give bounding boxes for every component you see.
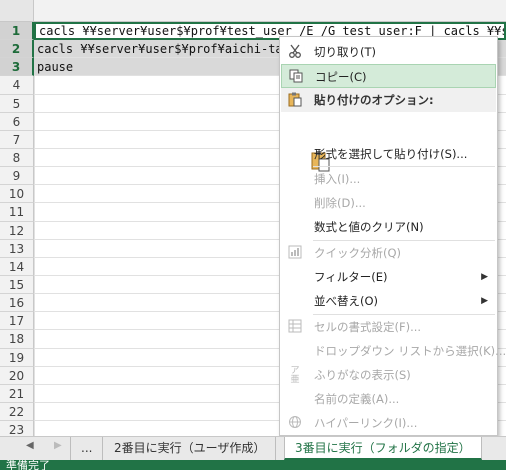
menu-item-define-name[interactable]: 名前の定義(A)... [281, 387, 496, 411]
row-header[interactable]: 5 [0, 94, 34, 113]
scroll-tabs-left-icon[interactable]: ◀ [26, 440, 34, 451]
status-bar: 準備完了 [0, 460, 506, 470]
copy-icon [288, 69, 304, 85]
row-header[interactable]: 17 [0, 312, 34, 331]
row-header[interactable]: 11 [0, 203, 34, 222]
menu-item-label: 並べ替え(O) [314, 294, 379, 308]
menu-item-label: ハイパーリンク(I)... [314, 416, 418, 430]
menu-item-label: 数式と値のクリア(N) [314, 220, 424, 234]
row-header[interactable]: 10 [0, 185, 34, 204]
menu-item-label: セルの書式設定(F)... [314, 320, 422, 334]
menu-item-filter[interactable]: フィルター(E) ▶ [281, 265, 496, 289]
row-header[interactable]: 20 [0, 366, 34, 385]
row-header[interactable]: 1 [0, 22, 34, 41]
context-menu: 切り取り(T) コピー(C) 貼り付けのオプション: 形式を選択して貼り付け(S… [279, 36, 506, 436]
furigana-icon: ア亜 [290, 366, 300, 385]
menu-item-label: ふりがなの表示(S) [314, 368, 411, 382]
row-header[interactable]: 7 [0, 130, 34, 149]
format-cells-icon [287, 319, 303, 335]
tab-sheet-3[interactable]: 3番目に実行（フォルダの指定） [284, 437, 482, 460]
row-header[interactable]: 21 [0, 384, 34, 403]
row-header[interactable]: 19 [0, 348, 34, 367]
menu-item-label: クイック分析(Q) [314, 246, 402, 260]
row-header[interactable]: 3 [0, 58, 34, 77]
menu-item-dropdown-pick[interactable]: ドロップダウン リストから選択(K)... [281, 339, 506, 363]
menu-item-label: フィルター(E) [314, 270, 388, 284]
column-header-bar[interactable] [34, 0, 506, 22]
row-header[interactable]: 2 [0, 40, 34, 59]
menu-item-clear-contents[interactable]: 数式と値のクリア(N) [281, 215, 496, 239]
row-header[interactable]: 6 [0, 112, 34, 131]
sheet-tab-bar: ◀ ▶ ... 2番目に実行（ユーザ作成） 3番目に実行（フォルダの指定） [0, 436, 506, 460]
menu-item-paste-special[interactable]: 形式を選択して貼り付け(S)... [281, 142, 496, 166]
row-header[interactable]: 12 [0, 221, 34, 240]
row-header[interactable]: 22 [0, 402, 34, 422]
row-header[interactable]: 13 [0, 239, 34, 258]
menu-item-copy[interactable]: コピー(C) [281, 64, 496, 88]
submenu-arrow-icon: ▶ [481, 272, 488, 282]
tab-sheet-2[interactable]: 2番目に実行（ユーザ作成） [104, 437, 277, 460]
more-tabs-ellipsis[interactable]: ... [70, 437, 104, 460]
row-headers: 1 2 3 4 5 6 7 8 9 10 11 12 13 14 15 16 17 18 19 20 21 22 23 [0, 22, 34, 440]
submenu-arrow-icon: ▶ [481, 296, 488, 306]
scroll-tabs-right-icon[interactable]: ▶ [54, 440, 62, 451]
menu-item-cut[interactable]: 切り取り(T) [281, 40, 496, 64]
menu-item-label: 削除(D)... [314, 196, 366, 210]
paste-icon [287, 92, 303, 108]
menu-item-sort[interactable]: 並べ替え(O) ▶ [281, 289, 496, 313]
menu-item-insert[interactable]: 挿入(I)... [281, 167, 496, 191]
menu-item-label: 形式を選択して貼り付け(S)... [314, 147, 468, 161]
hyperlink-icon [287, 415, 303, 431]
menu-item-hyperlink[interactable]: ハイパーリンク(I)... [281, 411, 496, 435]
menu-item-quick-analysis[interactable]: クイック分析(Q) [281, 241, 496, 265]
menu-item-show-furigana[interactable]: ア亜 ふりがなの表示(S) [281, 363, 496, 387]
quick-analysis-icon [287, 245, 303, 261]
status-text: 準備完了 [6, 460, 50, 470]
menu-item-label: 名前の定義(A)... [314, 392, 400, 406]
scissors-icon [287, 44, 303, 60]
row-header[interactable]: 16 [0, 294, 34, 313]
row-header[interactable]: 9 [0, 167, 34, 186]
row-header[interactable]: 8 [0, 148, 34, 168]
menu-item-label: コピー(C) [315, 70, 367, 84]
menu-item-format-cells[interactable]: セルの書式設定(F)... [281, 315, 496, 339]
row-header[interactable]: 18 [0, 330, 34, 349]
menu-item-label: 切り取り(T) [314, 45, 376, 59]
menu-item-label: ドロップダウン リストから選択(K)... [314, 344, 506, 358]
menu-item-delete[interactable]: 削除(D)... [281, 191, 496, 215]
row-header[interactable]: 15 [0, 275, 34, 295]
menu-header-paste-options: 貼り付けのオプション: [281, 88, 496, 112]
menu-item-label: 挿入(I)... [314, 172, 361, 186]
row-header[interactable]: 14 [0, 257, 34, 276]
menu-item-label: 貼り付けのオプション: [314, 93, 434, 107]
row-header[interactable]: 4 [0, 76, 34, 95]
select-all-corner[interactable] [0, 0, 34, 22]
